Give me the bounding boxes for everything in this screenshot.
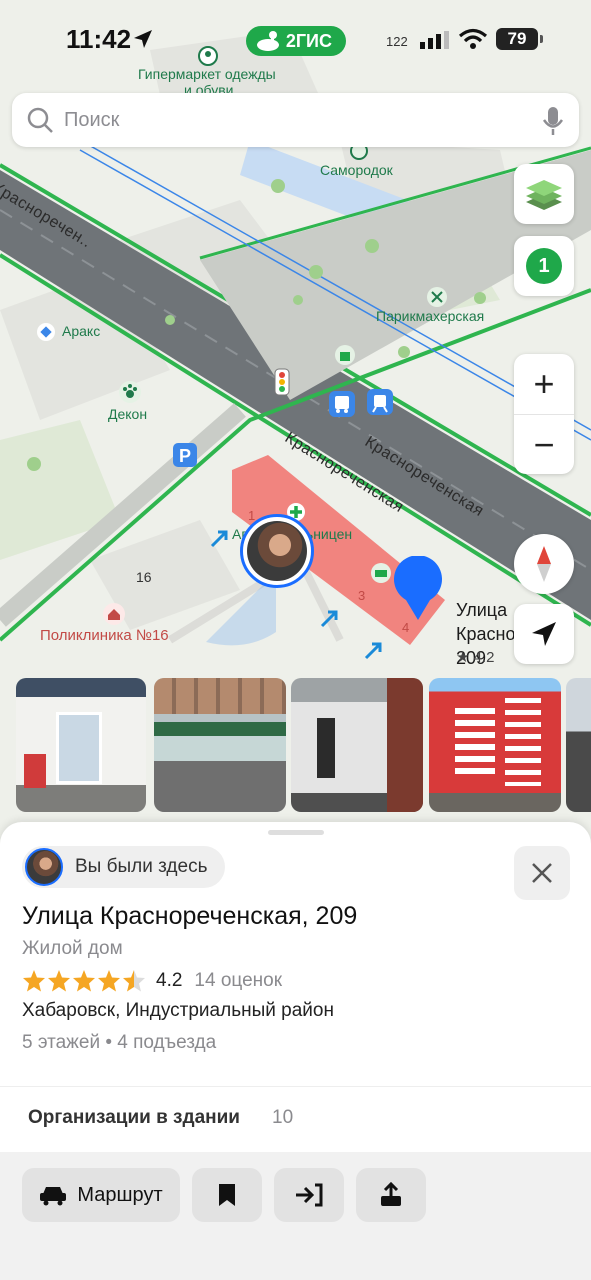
bookmark-button[interactable] [192,1168,262,1222]
friends-counter-button[interactable]: 1 [514,236,574,296]
photo-gallery[interactable] [0,678,591,812]
entrance-number: 3 [358,588,366,603]
pet-store-icon[interactable] [118,380,142,404]
search-icon [27,107,53,133]
bookmark-icon [219,1184,235,1206]
counter-badge: 1 [526,248,562,284]
photo-thumbnail[interactable] [154,678,286,812]
user-avatar-photo [247,521,307,581]
star-icon [48,970,70,992]
route-label: Маршрут [77,1183,163,1206]
place-card-sheet[interactable]: Вы были здесь Улица Краснореченская, 209… [0,822,591,1280]
my-location-button[interactable] [514,604,574,664]
zoom-out-button[interactable]: − [514,414,574,474]
layers-button[interactable] [514,164,574,224]
compass-icon [537,546,551,582]
poi-label-hypermarket[interactable]: Гипермаркет одежды [138,66,276,82]
place-title: Улица Краснореченская, 209 [22,902,358,930]
entrance-arrow-icon [210,530,228,548]
visited-avatar [25,848,63,886]
svg-text:P: P [179,446,191,466]
organizations-label: Организации в здании [28,1107,240,1128]
action-bar: Маршрут [0,1152,591,1280]
battery-indicator: 79 [496,28,543,50]
selected-place-pin-icon[interactable] [392,556,444,622]
zoom-in-button[interactable]: + [514,354,574,414]
tram-stop-icon[interactable] [366,388,394,416]
organizations-row[interactable]: Организации в здании 10 [0,1086,591,1152]
entrance-arrow-icon [320,610,338,628]
building-info: 5 этажей • 4 подъезда [22,1032,217,1053]
sheet-grabber[interactable] [268,830,324,835]
signal-number: 122 [386,34,408,49]
photo-thumbnail[interactable] [291,678,423,812]
photo-thumbnail[interactable] [429,678,561,812]
star-icon [73,970,95,992]
star-icon [23,970,45,992]
location-arrow-icon [134,30,152,48]
pin-place-rating: ★ 4.2 [456,649,495,666]
car-icon [40,1187,67,1206]
poi-label-samorodok[interactable]: Самородок [320,162,393,178]
layers-icon [526,180,562,210]
place-address: Хабаровск, Индустриальный район [22,1000,334,1021]
close-icon [532,863,552,883]
bus-stop-icon[interactable] [328,390,356,418]
poi-label-clinic[interactable]: Поликлиника №16 [40,627,169,644]
entrance-number: 4 [402,620,410,635]
navigation-arrow-icon [532,622,556,646]
clinic-icon[interactable] [102,602,126,626]
brand-name: 2ГИС [285,30,332,51]
search-input[interactable]: Поиск [64,109,119,132]
photo-thumbnail[interactable] [566,678,591,812]
entrance-arrow-icon [364,642,382,660]
route-button[interactable]: Маршрут [22,1168,180,1222]
map-view[interactable]: 11:42 2ГИС 122 79 Гипермаркет одежды и о… [0,0,591,840]
entrance-button[interactable] [274,1168,344,1222]
clock: 11:42 [66,24,132,54]
traffic-light-icon [274,368,290,396]
organizations-count: 10 [272,1107,294,1128]
araks-icon[interactable] [36,322,56,342]
search-bar[interactable]: Поиск [12,93,579,147]
star-icon [98,970,120,992]
parking-icon[interactable]: P [172,442,198,468]
rating-count[interactable]: 14 оценок [194,970,282,992]
photo-thumbnail[interactable] [16,678,146,812]
close-button[interactable] [514,846,570,900]
poi-label-dekon[interactable]: Декон [108,406,147,422]
poi-label-araks[interactable]: Аракс [62,323,100,339]
user-location-avatar[interactable] [240,514,314,588]
share-button[interactable] [356,1168,426,1222]
rating-value: 4.2 [156,970,183,991]
visited-here-chip[interactable]: Вы были здесь [22,846,226,888]
cellular-signal-icon [420,31,449,49]
wifi-icon [458,28,488,49]
star-icon [123,970,145,992]
shop-bag-icon[interactable] [334,344,356,366]
microphone-icon[interactable] [541,105,565,137]
entrance-icon [296,1183,323,1207]
atm-icon[interactable] [370,562,392,584]
compass-button[interactable] [514,534,574,594]
brand-badge: 2ГИС [246,26,346,56]
scissors-icon[interactable] [426,286,448,308]
goose-icon [257,31,279,51]
house-number: 16 [136,569,152,585]
zoom-controls: + − [514,354,574,474]
status-bar: 11:42 2ГИС 122 79 [0,0,591,80]
share-icon [381,1182,401,1206]
rating-stars [22,969,146,993]
rating-row[interactable]: 4.2 14 оценок [22,968,282,994]
place-category: Жилой дом [22,938,123,959]
visited-label: Вы были здесь [75,856,208,877]
poi-label-barber[interactable]: Парикмахерская [376,308,484,324]
clothing-store-icon[interactable] [198,46,218,66]
